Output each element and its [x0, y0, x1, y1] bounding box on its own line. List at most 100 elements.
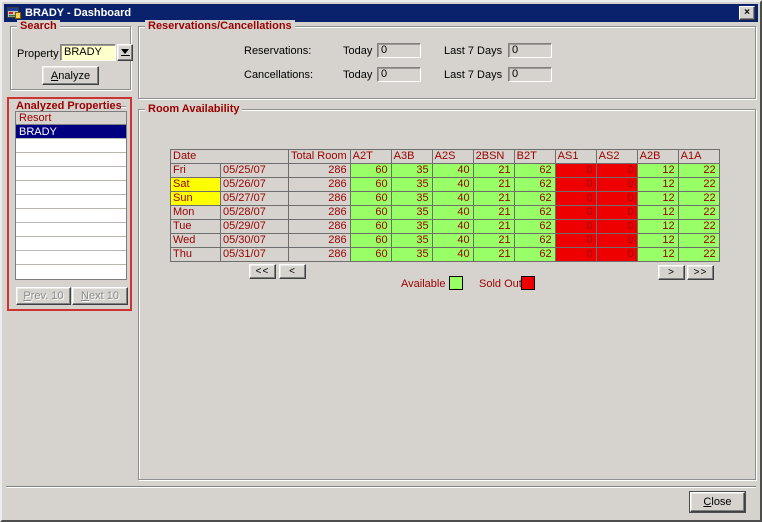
- reservations-group: Reservations/Cancellations Reservations:…: [138, 26, 756, 99]
- availability-cell: 22: [678, 178, 719, 192]
- list-item-empty[interactable]: [16, 181, 126, 195]
- availability-cell: 0: [596, 234, 637, 248]
- availability-cell: 62: [514, 206, 555, 220]
- reservations-today-field[interactable]: 0: [377, 43, 421, 58]
- col-header-2bsn: 2BSN: [473, 150, 514, 164]
- reservations-row: Reservations: Today 0 Last 7 Days 0: [139, 43, 755, 59]
- total-room-cell: 286: [289, 206, 351, 220]
- list-item-empty[interactable]: [16, 139, 126, 153]
- cancellations-last7-field[interactable]: 0: [508, 67, 552, 82]
- availability-cell: 0: [555, 206, 596, 220]
- page-next-button[interactable]: >: [658, 265, 685, 280]
- list-item-empty[interactable]: [16, 265, 126, 279]
- col-header-as1: AS1: [555, 150, 596, 164]
- col-header-a3b: A3B: [391, 150, 432, 164]
- dropdown-triangle: [121, 49, 129, 54]
- list-item-empty[interactable]: [16, 153, 126, 167]
- group-etch-line: [121, 106, 126, 108]
- availability-row: Sun05/27/072866035402162001222: [171, 192, 720, 206]
- close-button[interactable]: Close: [690, 492, 745, 512]
- col-header-total-room: Total Room: [289, 150, 351, 164]
- list-item-empty[interactable]: [16, 209, 126, 223]
- day-cell: Fri: [171, 164, 221, 178]
- available-swatch-icon: [449, 276, 463, 290]
- dashboard-window: BRADY - Dashboard × Search Property BRAD…: [0, 0, 762, 522]
- close-x-icon[interactable]: ×: [739, 6, 755, 20]
- table-body: Fri05/25/072866035402162001222Sat05/26/0…: [171, 164, 720, 262]
- date-cell: 05/25/07: [221, 164, 289, 178]
- availability-cell: 60: [350, 234, 391, 248]
- titlebar[interactable]: BRADY - Dashboard ×: [4, 4, 758, 22]
- reservations-group-title: Reservations/Cancellations: [145, 20, 295, 32]
- date-cell: 05/31/07: [221, 248, 289, 262]
- availability-cell: 40: [432, 178, 473, 192]
- page-last-button[interactable]: >>: [687, 265, 714, 280]
- availability-cell: 60: [350, 206, 391, 220]
- col-header-as2: AS2: [596, 150, 637, 164]
- availability-cell: 35: [391, 192, 432, 206]
- room-availability-table: DateTotal RoomA2TA3BA2S2BSNB2TAS1AS2A2BA…: [170, 149, 720, 262]
- availability-row: Sat05/26/072866035402162001222: [171, 178, 720, 192]
- col-header-a2b: A2B: [637, 150, 678, 164]
- availability-cell: 0: [596, 248, 637, 262]
- next-10-button[interactable]: Next 10: [72, 287, 128, 305]
- availability-cell: 22: [678, 234, 719, 248]
- resort-list-body: [16, 139, 126, 279]
- availability-cell: 21: [473, 192, 514, 206]
- last-7-days-label: Last 7 Days: [444, 45, 502, 57]
- availability-cell: 21: [473, 206, 514, 220]
- reservations-last7-field[interactable]: 0: [508, 43, 552, 58]
- room-availability-title: Room Availability: [145, 103, 242, 115]
- col-header-b2t: B2T: [514, 150, 555, 164]
- page-prev-button[interactable]: <: [279, 264, 306, 279]
- availability-cell: 0: [555, 164, 596, 178]
- availability-cell: 12: [637, 178, 678, 192]
- availability-cell: 40: [432, 220, 473, 234]
- available-legend-label: Available: [401, 278, 445, 290]
- list-item-empty[interactable]: [16, 223, 126, 237]
- availability-cell: 21: [473, 248, 514, 262]
- col-header-a2s: A2S: [432, 150, 473, 164]
- sold-out-swatch-icon: [521, 276, 535, 290]
- col-header-a1a: A1A: [678, 150, 719, 164]
- total-room-cell: 286: [289, 220, 351, 234]
- availability-cell: 35: [391, 164, 432, 178]
- availability-cell: 40: [432, 192, 473, 206]
- reservations-label: Reservations:: [244, 45, 311, 57]
- availability-cell: 12: [637, 234, 678, 248]
- total-room-cell: 286: [289, 248, 351, 262]
- analyze-button[interactable]: Analyze: [42, 66, 99, 85]
- sold-out-legend-label: Sold Out: [479, 278, 522, 290]
- col-header-a2t: A2T: [350, 150, 391, 164]
- total-room-cell: 286: [289, 192, 351, 206]
- list-item-empty[interactable]: [16, 251, 126, 265]
- property-combo-field[interactable]: BRADY: [60, 44, 116, 61]
- page-first-button[interactable]: <<: [249, 264, 276, 279]
- day-cell: Sat: [171, 178, 221, 192]
- day-cell: Mon: [171, 206, 221, 220]
- availability-cell: 62: [514, 164, 555, 178]
- cancellations-today-field[interactable]: 0: [377, 67, 421, 82]
- availability-cell: 62: [514, 220, 555, 234]
- analyzed-properties-group: Analyzed Properties Resort BRADY Prev. 1…: [7, 97, 132, 311]
- availability-cell: 62: [514, 248, 555, 262]
- prev-10-button[interactable]: Prev. 10: [16, 287, 71, 305]
- room-availability-group: Room Availability DateTotal RoomA2TA3BA2…: [138, 109, 756, 480]
- property-label: Property: [17, 48, 59, 60]
- availability-cell: 40: [432, 248, 473, 262]
- availability-cell: 40: [432, 206, 473, 220]
- list-item-empty[interactable]: [16, 195, 126, 209]
- today-label: Today: [343, 45, 372, 57]
- resort-column-header: Resort: [16, 112, 126, 125]
- total-room-cell: 286: [289, 234, 351, 248]
- list-item-empty[interactable]: [16, 167, 126, 181]
- date-cell: 05/30/07: [221, 234, 289, 248]
- availability-row: Tue05/29/072866035402162001222: [171, 220, 720, 234]
- list-item-resort[interactable]: BRADY: [16, 125, 126, 139]
- day-cell: Tue: [171, 220, 221, 234]
- availability-cell: 22: [678, 206, 719, 220]
- list-item-empty[interactable]: [16, 237, 126, 251]
- availability-cell: 35: [391, 248, 432, 262]
- dropdown-arrow-icon[interactable]: [117, 44, 133, 61]
- date-cell: 05/28/07: [221, 206, 289, 220]
